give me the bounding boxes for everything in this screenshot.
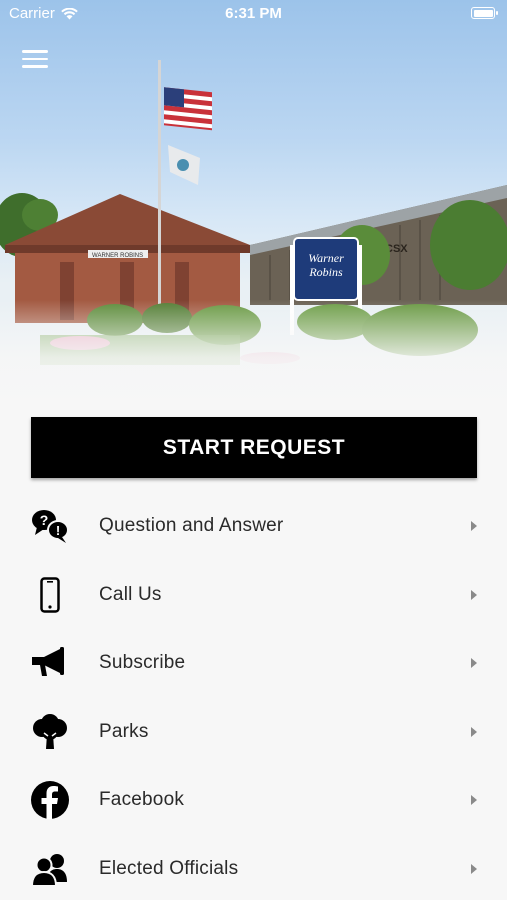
sign-line1: Warner bbox=[308, 251, 344, 265]
menu-item-label: Question and Answer bbox=[99, 515, 284, 537]
building-sign: WARNER ROBINS bbox=[92, 253, 143, 259]
people-icon bbox=[30, 849, 70, 889]
menu-item-subscribe[interactable]: Subscribe bbox=[0, 629, 507, 698]
menu-item-parks[interactable]: Parks bbox=[0, 698, 507, 767]
menu-item-label: Elected Officials bbox=[99, 857, 239, 879]
chevron-right-icon bbox=[471, 589, 477, 600]
menu-item-label: Facebook bbox=[99, 789, 185, 811]
chevron-right-icon bbox=[471, 726, 477, 737]
menu-item-label: Subscribe bbox=[99, 652, 186, 674]
status-time: 6:31 PM bbox=[225, 5, 282, 22]
hero-fade bbox=[0, 300, 507, 405]
facebook-icon bbox=[30, 780, 70, 820]
svg-text:?: ? bbox=[40, 512, 49, 528]
hero-image: CSX WARNER ROBINS Warner Robins bbox=[0, 0, 507, 405]
hamburger-menu-icon[interactable] bbox=[22, 50, 48, 70]
status-bar: Carrier 6:31 PM bbox=[0, 0, 507, 28]
menu-item-label: Call Us bbox=[99, 583, 162, 605]
svg-text:!: ! bbox=[56, 523, 60, 538]
menu-item-call-us[interactable]: Call Us bbox=[0, 561, 507, 630]
chevron-right-icon bbox=[471, 863, 477, 874]
battery-icon bbox=[471, 7, 498, 19]
menu-item-elected-officials[interactable]: Elected Officials bbox=[0, 835, 507, 900]
question-answer-icon: ? ! bbox=[30, 506, 70, 546]
menu-list: ? ! Question and Answer Call Us Subscrib… bbox=[0, 492, 507, 900]
sign-line2: Robins bbox=[308, 265, 343, 279]
menu-item-question-answer[interactable]: ? ! Question and Answer bbox=[0, 492, 507, 561]
tree-icon bbox=[30, 712, 70, 752]
menu-item-facebook[interactable]: Facebook bbox=[0, 766, 507, 835]
megaphone-icon bbox=[30, 643, 70, 683]
chevron-right-icon bbox=[471, 658, 477, 669]
menu-item-label: Parks bbox=[99, 720, 149, 742]
us-flag bbox=[164, 87, 212, 131]
chevron-right-icon bbox=[471, 795, 477, 806]
start-request-button[interactable]: START REQUEST bbox=[31, 417, 477, 478]
chevron-right-icon bbox=[471, 521, 477, 532]
phone-icon bbox=[30, 575, 70, 615]
